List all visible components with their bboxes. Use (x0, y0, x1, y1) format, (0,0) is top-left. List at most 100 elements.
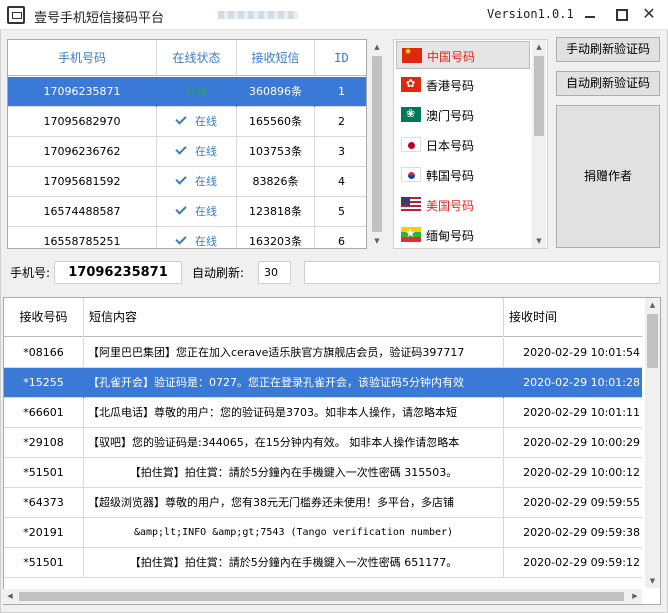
country-item-hongkong[interactable]: 香港号码 (396, 71, 530, 99)
phone-cell: 17095681592 (8, 167, 157, 197)
table-row[interactable]: 17095682970 在线 165560条 2 (8, 107, 366, 137)
country-label: 香港号码 (426, 79, 475, 93)
country-label: 缅甸号码 (426, 229, 475, 243)
header-sms-count[interactable]: 接收短信 (237, 40, 315, 76)
count-cell: 360896条 (237, 77, 315, 107)
table-row[interactable]: *08166 【阿里巴巴集团】您正在加入cerave适乐肤官方旗舰店会员，验证码… (4, 338, 642, 368)
from-cell: *66601 (4, 398, 84, 428)
table-row[interactable]: *51501 【拍住賞】拍住賞：請於5分鐘內在手機鍵入一次性密碼 651177。… (4, 548, 642, 578)
country-item-china[interactable]: 中国号码 (396, 41, 530, 69)
from-cell: *08166 (4, 338, 84, 368)
table-row[interactable]: *29108 【驭吧】您的验证码是:344065，在15分钟内有效。 如非本人操… (4, 428, 642, 458)
app-icon (7, 6, 25, 24)
kr-flag-icon (401, 167, 421, 182)
id-cell: 6 (338, 235, 345, 248)
status-text: 在线 (195, 115, 217, 128)
id-cell: 4 (338, 175, 345, 188)
phone-number-field[interactable]: 17096235871 (54, 261, 182, 284)
time-cell: 2020-02-29 10:00:29 (523, 436, 640, 449)
phone-cell: 17095682970 (8, 107, 157, 137)
scroll-right-icon[interactable]: ▶ (628, 589, 642, 604)
minimize-icon[interactable] (582, 6, 598, 22)
table-row[interactable]: *15255 【孔雀开会】验证码是：0727。您正在登录孔雀开会，该验证码5分钟… (4, 368, 642, 398)
maximize-icon[interactable] (613, 6, 629, 22)
country-item-myanmar[interactable]: 缅甸号码 (396, 221, 530, 248)
status-cell: 在线 (157, 137, 237, 167)
scroll-thumb[interactable] (19, 592, 624, 601)
scroll-left-icon[interactable]: ◀ (3, 589, 17, 604)
sms-table-header: 接收号码 短信内容 接收时间 (4, 298, 642, 337)
time-cell: 2020-02-29 10:01:11 (523, 406, 640, 419)
count-cell: 165560条 (237, 107, 315, 137)
scroll-down-icon[interactable]: ▼ (532, 234, 546, 248)
status-cell: 在线 (157, 227, 237, 248)
scroll-thumb[interactable] (534, 56, 544, 136)
status-text: 在线 (185, 85, 208, 98)
sms-table: 接收号码 短信内容 接收时间 *08166 【阿里巴巴集团】您正在加入cerav… (3, 297, 661, 605)
id-cell: 5 (338, 205, 345, 218)
table-row[interactable]: *20191 &amp;lt;INFO &amp;gt;7543 (Tango … (4, 518, 642, 548)
from-cell: *51501 (4, 548, 84, 578)
table-row[interactable]: *66601 【北瓜电话】尊敬的用户：您的验证码是3703。如非本人操作，请忽略… (4, 398, 642, 428)
sms-table-vscrollbar[interactable]: ▲ ▼ (645, 298, 660, 588)
id-cell: 2 (338, 115, 345, 128)
table-row[interactable]: 17096236762 在线 103753条 3 (8, 137, 366, 167)
time-cell: 2020-02-29 10:01:54 (523, 346, 640, 359)
phone-table-scrollbar[interactable]: ▲ ▼ (370, 40, 384, 248)
country-label: 韩国号码 (426, 169, 475, 183)
scroll-up-icon[interactable]: ▲ (532, 40, 546, 54)
phone-cell: 17096235871 (8, 77, 157, 107)
auto-refresh-button[interactable]: 自动刷新验证码 (556, 71, 660, 96)
table-row[interactable]: *64373 【超级浏览器】尊敬的用户，您有38元无门槛券还未使用！多平台，多店… (4, 488, 642, 518)
time-cell: 2020-02-29 09:59:55 (523, 496, 640, 509)
donate-button[interactable]: 捐赠作者 (556, 105, 660, 248)
auto-refresh-label: 自动刷新: (192, 266, 245, 280)
manual-refresh-button[interactable]: 手动刷新验证码 (556, 37, 660, 62)
header-phone[interactable]: 手机号码 (8, 40, 157, 76)
title-bar: 壹号手机短信接码平台 Version1.0.1 ✕ (0, 0, 668, 30)
header-content[interactable]: 短信内容 (84, 298, 504, 337)
country-list: 中国号码 香港号码 澳门号码 日本号码 韩国号码 美国号码 缅甸号码 ▲ ▼ (393, 39, 548, 249)
table-row[interactable]: 17095681592 在线 83826条 4 (8, 167, 366, 197)
phone-cell: 16558785251 (8, 227, 157, 248)
close-icon[interactable]: ✕ (641, 6, 657, 22)
country-item-korea[interactable]: 韩国号码 (396, 161, 530, 189)
table-row[interactable]: 16558785251 在线 163203条 6 (8, 227, 366, 248)
scroll-thumb[interactable] (372, 56, 382, 232)
scroll-up-icon[interactable]: ▲ (645, 298, 660, 312)
phone-table-header: 手机号码 在线状态 接收短信 ID (8, 40, 366, 76)
auto-refresh-interval-field[interactable]: 30 (258, 261, 291, 284)
scroll-down-icon[interactable]: ▼ (645, 574, 660, 588)
header-status[interactable]: 在线状态 (157, 40, 237, 76)
country-item-usa[interactable]: 美国号码 (396, 191, 530, 219)
from-cell: *29108 (4, 428, 84, 458)
content-cell: 【阿里巴巴集团】您正在加入cerave适乐肤官方旗舰店会员，验证码397717 (84, 338, 504, 368)
status-cell: 在线 (157, 77, 237, 107)
content-cell: 【超级浏览器】尊敬的用户，您有38元无门槛券还未使用！多平台，多店铺 (84, 488, 504, 518)
phone-table: 手机号码 在线状态 接收短信 ID 17096235871 在线 360896条… (7, 39, 367, 249)
table-row[interactable]: 17096235871 在线 360896条 1 (8, 77, 366, 107)
count-cell: 123818条 (237, 197, 315, 227)
time-cell: 2020-02-29 09:59:38 (523, 526, 640, 539)
count-cell: 83826条 (237, 167, 315, 197)
header-time[interactable]: 接收时间 (504, 298, 642, 337)
table-row[interactable]: *51501 【拍住賞】拍住賞：請於5分鐘內在手機鍵入一次性密碼 315503。… (4, 458, 642, 488)
country-item-macau[interactable]: 澳门号码 (396, 101, 530, 129)
sms-table-hscrollbar[interactable]: ◀ ▶ (3, 589, 642, 604)
header-id[interactable]: ID (315, 40, 366, 76)
status-text: 在线 (195, 175, 217, 188)
scroll-up-icon[interactable]: ▲ (370, 40, 384, 54)
scroll-down-icon[interactable]: ▼ (370, 234, 384, 248)
scroll-thumb[interactable] (647, 314, 658, 368)
country-list-scrollbar[interactable]: ▲ ▼ (532, 40, 546, 248)
country-item-japan[interactable]: 日本号码 (396, 131, 530, 159)
status-text: 在线 (195, 205, 217, 218)
content-cell: 【拍住賞】拍住賞：請於5分鐘內在手機鍵入一次性密碼 651177。 (84, 548, 504, 578)
time-cell: 2020-02-29 09:59:12 (523, 556, 640, 569)
table-row[interactable]: 16574488587 在线 123818条 5 (8, 197, 366, 227)
content-cell: 【拍住賞】拍住賞：請於5分鐘內在手機鍵入一次性密碼 315503。 (84, 458, 504, 488)
phone-cell: 16574488587 (8, 197, 157, 227)
status-field[interactable] (304, 261, 660, 284)
phone-label: 手机号: (10, 266, 51, 280)
header-from[interactable]: 接收号码 (4, 298, 84, 337)
